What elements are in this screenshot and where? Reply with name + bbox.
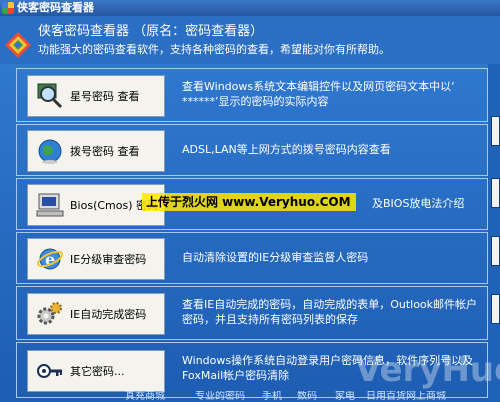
key-icon	[37, 364, 62, 378]
ie-rating-password-desc: 自动清除设置的IE分级审查监督人密码	[182, 251, 369, 264]
row-ie-rating-password: e IE分级审查密码 自动清除设置的IE分级审查监督人密码	[16, 232, 488, 284]
row-ie-autocomplete-password: IE自动完成密码 查看IE自动完成的密码，自动完成的表单，Outlook邮件帐户…	[16, 286, 488, 340]
asterisk-password-button[interactable]: 星号密码 查看	[27, 75, 165, 117]
computer-icon	[36, 193, 64, 217]
footer-link-6[interactable]: 日用百货网上商城	[366, 391, 446, 402]
ie-autocomplete-password-button[interactable]: IE自动完成密码	[27, 293, 165, 335]
ie-autocomplete-password-label: IE自动完成密码	[70, 308, 147, 321]
colorful-logo-icon	[5, 32, 31, 58]
asterisk-password-label: 星号密码 查看	[70, 90, 140, 103]
right-tab-4[interactable]	[491, 294, 500, 324]
row-dialup-password: 拨号密码 查看 ADSL,LAN等上网方式的拨号密码内容查看	[16, 124, 488, 176]
dialup-password-desc: ADSL,LAN等上网方式的拨号密码内容查看	[182, 143, 391, 156]
ie-rating-password-button[interactable]: e IE分级审查密码	[27, 238, 165, 280]
ie-icon: e	[37, 248, 63, 270]
footer-link-2[interactable]: 专业的密码	[195, 391, 245, 402]
footer-links: 真充商城 专业的密码 手机 数码 家电 日用百货网上商城	[0, 391, 488, 402]
other-password-button[interactable]: 其它密码...	[27, 350, 165, 392]
app-description: 功能强大的密码查看软件，支持各种密码的查看，希望能对你有所帮助。	[38, 43, 390, 56]
app-icon	[2, 2, 14, 14]
footer-link-4[interactable]: 数码	[297, 391, 317, 402]
window-title: 侠客密码查看器	[17, 1, 94, 14]
right-tab-3[interactable]	[491, 236, 500, 266]
footer-link-5[interactable]: 家电	[335, 391, 355, 402]
globe-icon	[38, 139, 62, 164]
magnifier-icon	[37, 83, 63, 109]
watermark-banner: 上传于烈火网 www.Veryhuo.COM	[142, 193, 356, 211]
footer-link-3[interactable]: 手机	[262, 391, 282, 402]
ie-rating-password-label: IE分级审查密码	[70, 253, 147, 266]
watermark-logo: VeryHuo.com	[355, 350, 500, 390]
app-window: 侠客密码查看器 侠客密码查看器 （原名：密码查看器） 功能强大的密码查看软件，支…	[0, 0, 500, 402]
title-bar: 侠客密码查看器	[0, 0, 500, 16]
dialup-password-button[interactable]: 拨号密码 查看	[27, 130, 165, 172]
other-password-label: 其它密码...	[70, 365, 125, 378]
ie-autocomplete-password-desc: 查看IE自动完成的密码，自动完成的表单，Outlook邮件帐户密码，并且支持所有…	[182, 298, 478, 326]
gears-icon	[37, 302, 62, 325]
asterisk-password-desc: 查看Windows系统文本编辑控件以及网页密码文本中以‘ ******’显示的密…	[182, 80, 455, 108]
right-tab-1[interactable]	[491, 116, 500, 146]
dialup-password-label: 拨号密码 查看	[70, 145, 140, 158]
right-tab-2[interactable]	[491, 178, 500, 208]
header-banner: 侠客密码查看器 （原名：密码查看器） 功能强大的密码查看软件，支持各种密码的查看…	[0, 16, 500, 65]
bios-password-desc: 及BIOS放电法介绍	[372, 197, 465, 210]
app-name: 侠客密码查看器 （原名：密码查看器）	[38, 24, 264, 39]
row-asterisk-password: 星号密码 查看 查看Windows系统文本编辑控件以及网页密码文本中以‘ ***…	[16, 68, 488, 122]
footer-link-1[interactable]: 真充商城	[125, 391, 165, 402]
